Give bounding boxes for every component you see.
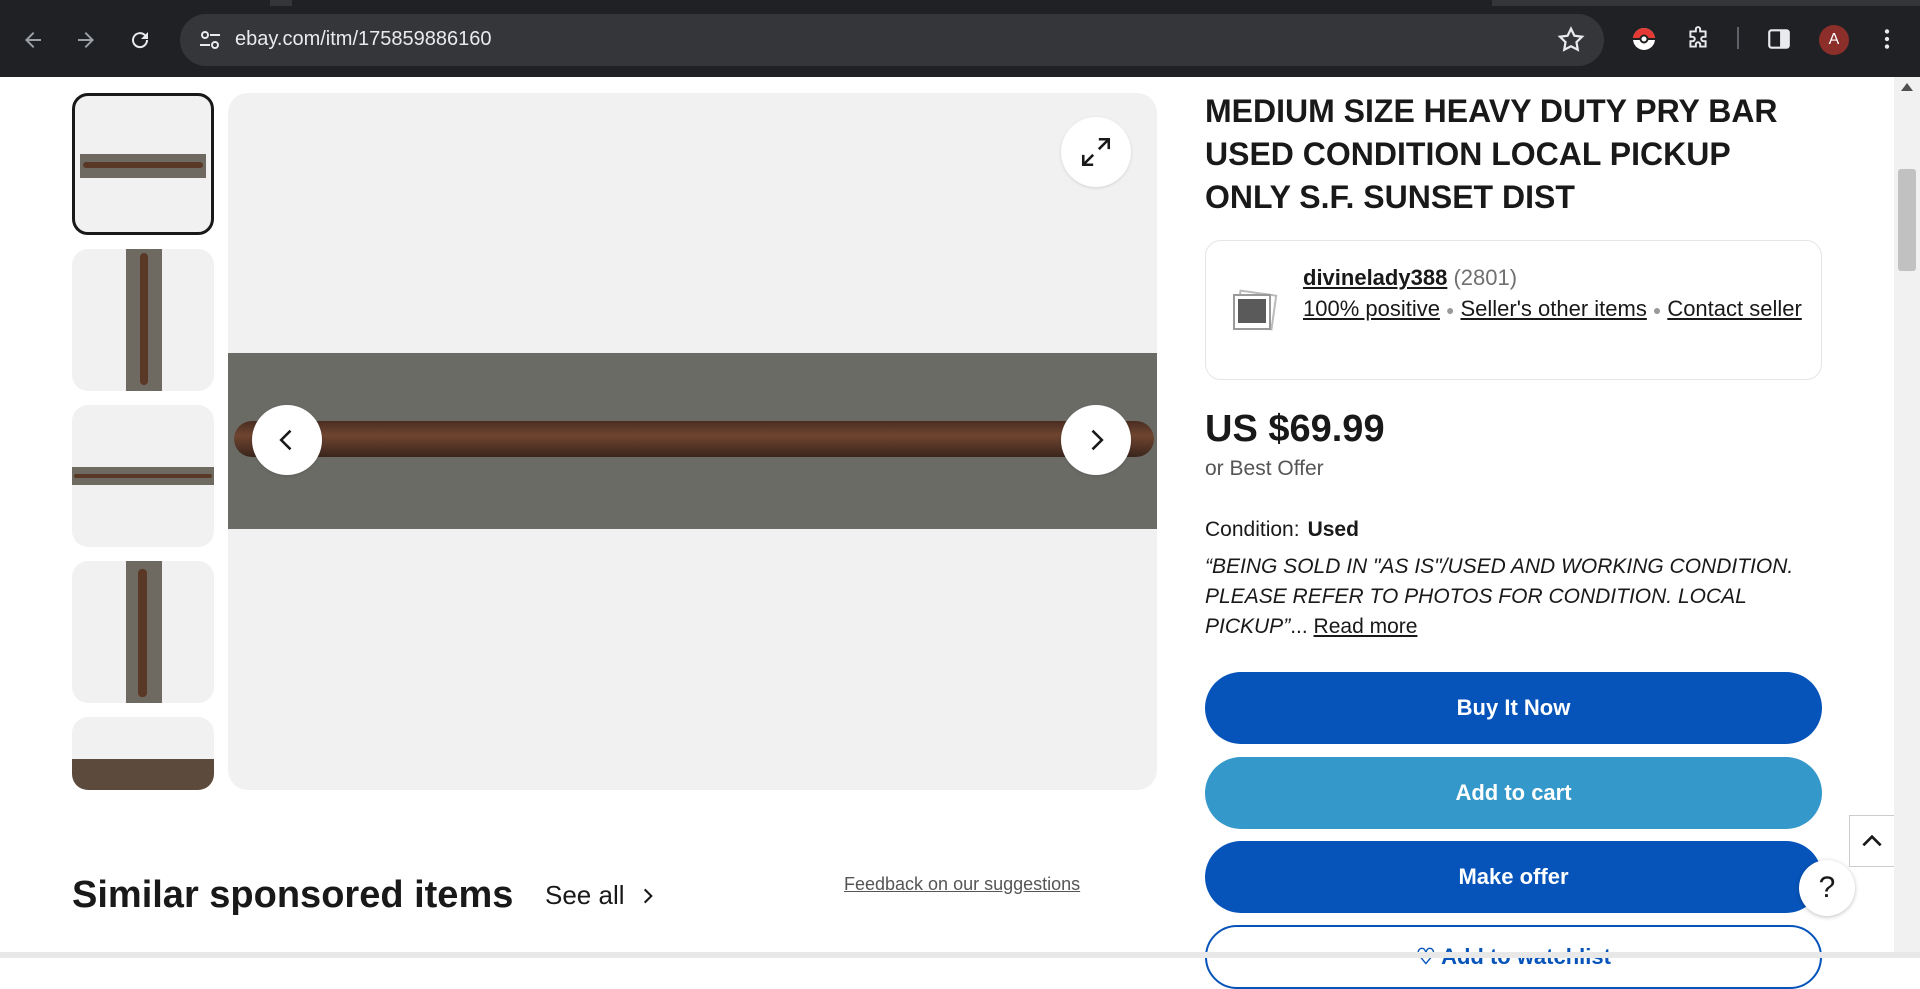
seller-notes: “BEING SOLD IN "AS IS"/USED AND WORKING … <box>1205 552 1825 642</box>
similar-items-heading: Similar sponsored items <box>72 874 514 916</box>
reload-icon[interactable] <box>122 22 158 58</box>
contact-seller-link[interactable]: Contact seller <box>1667 296 1802 321</box>
bookmark-star-icon[interactable] <box>1556 25 1586 55</box>
product-photo <box>228 353 1157 529</box>
previous-image-icon[interactable] <box>252 405 322 475</box>
feedback-suggestions-link[interactable]: Feedback on our suggestions <box>844 874 1080 895</box>
back-icon[interactable] <box>15 22 51 58</box>
buy-it-now-button[interactable]: Buy It Now <box>1205 672 1822 744</box>
see-all-label: See all <box>545 880 625 910</box>
extensions-puzzle-icon[interactable] <box>1681 22 1715 56</box>
help-button[interactable]: ? <box>1799 860 1855 916</box>
kebab-menu-icon[interactable] <box>1870 22 1904 56</box>
listing-title: MEDIUM SIZE HEAVY DUTY PRY BAR USED COND… <box>1205 93 1778 215</box>
add-to-cart-button[interactable]: Add to cart <box>1205 757 1822 829</box>
make-offer-button[interactable]: Make offer <box>1205 841 1822 913</box>
condition-label: Condition: <box>1205 518 1300 541</box>
see-all-link[interactable]: See all <box>545 880 658 911</box>
thumbnail-3[interactable] <box>72 405 214 547</box>
side-panel-icon[interactable] <box>1762 22 1796 56</box>
thumbnail-5[interactable] <box>72 717 214 790</box>
sellers-other-items-link[interactable]: Seller's other items <box>1460 296 1646 321</box>
url-text[interactable]: ebay.com/itm/175859886160 <box>235 28 491 51</box>
quote-open: “ <box>1205 555 1212 578</box>
expand-icon[interactable] <box>1061 117 1131 187</box>
thumbnail-4[interactable] <box>72 561 214 703</box>
toolbar-separator <box>1737 27 1739 49</box>
chevron-right-icon <box>643 888 653 904</box>
address-bar[interactable]: ebay.com/itm/175859886160 <box>180 14 1604 66</box>
thumbnail-2[interactable] <box>72 249 214 391</box>
main-product-image[interactable] <box>228 93 1157 790</box>
seller-name-link[interactable]: divinelady388 <box>1303 265 1447 290</box>
back-to-top-button[interactable] <box>1849 815 1895 867</box>
chevron-up-icon <box>1862 834 1882 847</box>
positive-feedback-link[interactable]: 100% positive <box>1303 296 1440 321</box>
profile-avatar[interactable]: A <box>1819 25 1849 55</box>
seller-feedback-count: (2801) <box>1453 265 1518 290</box>
ellipsis: ... <box>1290 615 1308 638</box>
seller-name-line: divinelady388 (2801) <box>1303 265 1517 291</box>
pry-bar-shape <box>234 421 1154 457</box>
forward-icon[interactable] <box>68 22 104 58</box>
condition-value: Used <box>1307 518 1359 541</box>
seller-photo-icon <box>1228 285 1280 337</box>
tab-strip <box>0 0 1920 6</box>
condition: Condition: Used <box>1205 518 1359 542</box>
thumbnail-1[interactable] <box>72 93 214 235</box>
bottom-edge <box>0 952 1920 958</box>
price: US $69.99 <box>1205 408 1385 450</box>
next-image-icon[interactable] <box>1061 405 1131 475</box>
read-more-link[interactable]: Read more <box>1314 615 1418 638</box>
site-settings-icon[interactable] <box>196 26 224 54</box>
browser-toolbar: ebay.com/itm/175859886160 A <box>0 0 1920 77</box>
seller-links: 100% positive ● Seller's other items ● Conta… <box>1303 296 1802 321</box>
page-scrollbar[interactable] <box>1894 77 1920 958</box>
best-offer-label: or Best Offer <box>1205 457 1324 480</box>
scrollbar-thumb[interactable] <box>1898 169 1916 271</box>
scroll-up-arrow-icon[interactable] <box>1901 83 1913 91</box>
seller-card: divinelady388 (2801) 100% positive ● Selle… <box>1205 240 1822 380</box>
pokeball-extension-icon[interactable] <box>1627 22 1661 56</box>
